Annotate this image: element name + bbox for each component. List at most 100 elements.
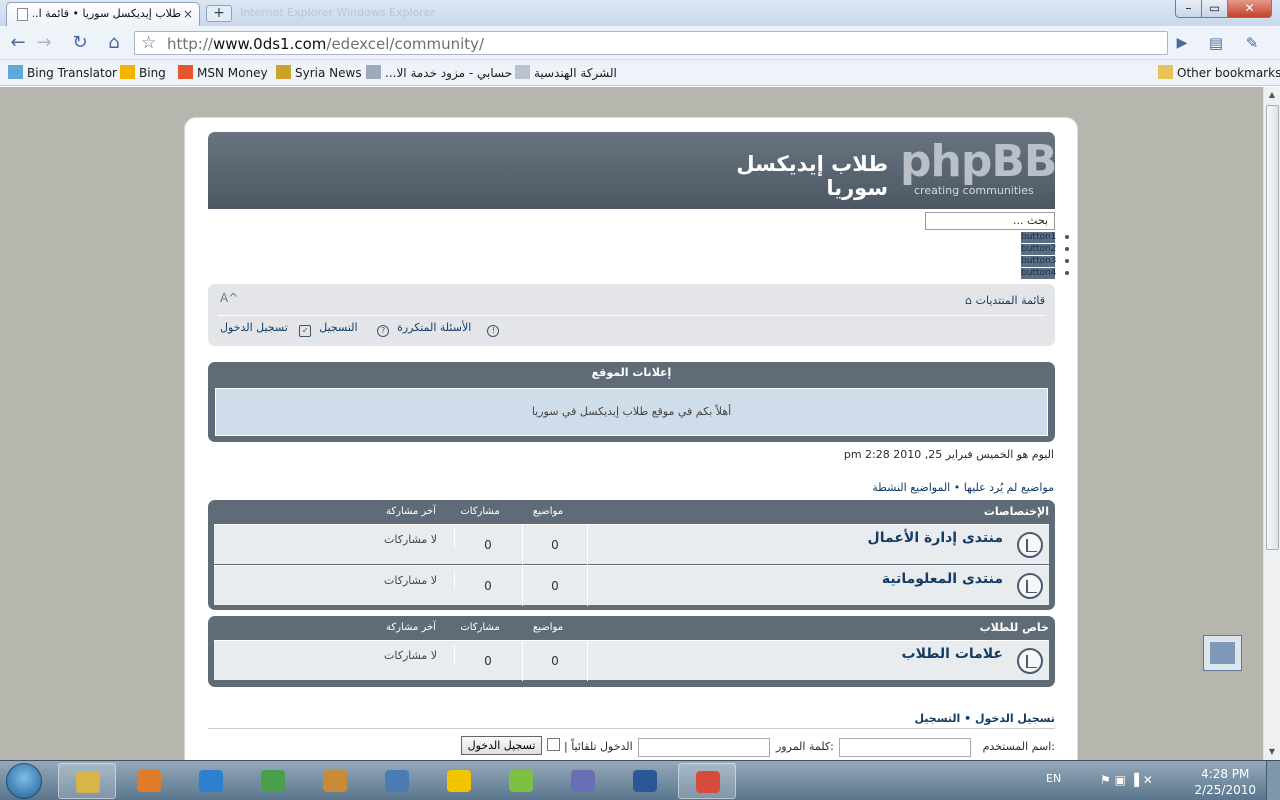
clock-time: 4:28 PM [1201, 767, 1250, 781]
forum-last-post: لا مشاركات [384, 533, 438, 546]
scroll-to-top-button[interactable] [1203, 635, 1242, 671]
forum-posts-count: 0 [484, 654, 492, 668]
username-input[interactable] [839, 738, 971, 757]
bookmark-isp-account[interactable]: ...حسابي - مزود خدمة الا [366, 65, 512, 80]
back-arrow-icon[interactable]: ← [6, 32, 30, 54]
tray-icons[interactable]: ⚑ ▣ ▐ ✕ [1100, 773, 1153, 787]
site-header: phpBB creating communities طلاب إيديكسل … [208, 132, 1057, 209]
scroll-thumb[interactable] [1266, 105, 1279, 550]
category-header: الإختصاصات مواضيع مشاركات آخر مشاركة [208, 500, 1055, 524]
url-path: /edexcel/community/ [326, 35, 485, 53]
forum-title-link[interactable]: منتدى المعلوماتية [882, 571, 1003, 587]
forum-row: علامات الطلاب 0 0 لا مشاركات [214, 640, 1049, 681]
browser-tab[interactable]: طلاب إيديكسل سوريا • قائمة ا... × [6, 2, 200, 26]
forum-index-link[interactable]: قائمة المنتديات ⌂ [965, 294, 1045, 307]
scroll-down-icon[interactable]: ▼ [1264, 744, 1280, 760]
taskbar-button[interactable] [182, 763, 240, 799]
taskbar-button[interactable] [430, 763, 488, 799]
title-bar: طلاب إيديكسل سوريا • قائمة ا... × + Inte… [0, 0, 1280, 26]
forum-title-link[interactable]: منتدى إدارة الأعمال [868, 530, 1003, 546]
taskbar-button[interactable] [306, 763, 364, 799]
taskbar-button[interactable] [244, 763, 302, 799]
mini-button[interactable]: button3 [1021, 255, 1071, 267]
url-text: http://www.0ds1.com/edexcel/community/ [167, 35, 484, 53]
announcement-box: إعلانات الموقع أهلاً بكم في موقع طلاب إي… [208, 362, 1055, 442]
home-icon[interactable]: ⌂ [102, 32, 126, 54]
forum-last-post: لا مشاركات [384, 574, 438, 587]
forum-topics-count: 0 [522, 525, 588, 565]
play-icon[interactable]: ▶ [1170, 32, 1194, 54]
phpbb-logo[interactable]: phpBB creating communities [900, 136, 1057, 200]
page-icon[interactable]: ▤ [1204, 32, 1228, 54]
bookmark-bing[interactable]: Bing [120, 65, 166, 80]
isp-icon [366, 65, 381, 79]
forum-icon [1017, 532, 1043, 558]
bing-icon [120, 65, 135, 79]
reload-icon[interactable]: ↻ [68, 32, 92, 54]
minimize-button[interactable]: – [1175, 0, 1202, 18]
scroll-up-icon[interactable]: ▲ [1264, 87, 1280, 103]
forum-category: الإختصاصات مواضيع مشاركات آخر مشاركة منت… [208, 500, 1055, 610]
address-bar[interactable]: ☆ http://www.0ds1.com/edexcel/community/ [134, 31, 1168, 55]
mini-button-list: button1 button2 button3 button4 [1021, 231, 1071, 279]
background-window-titles: Internet Explorer Windows Explorer [240, 6, 435, 19]
windows-taskbar: EN ⚑ ▣ ▐ ✕ 4:28 PM 2/25/2010 [0, 760, 1280, 800]
taskbar-button[interactable] [678, 763, 736, 799]
forum-topics-count: 0 [522, 566, 588, 606]
tab-close-icon[interactable]: × [183, 7, 193, 21]
bookmarks-bar: Bing Translator Bing MSN Money Syria New… [0, 60, 1280, 86]
vertical-scrollbar[interactable]: ▲ ▼ [1263, 87, 1280, 760]
mini-button[interactable]: button2 [1021, 243, 1071, 255]
quick-links[interactable]: مواضيع لم يُرد عليها • المواضيع النشطة [872, 481, 1054, 494]
password-input[interactable] [638, 738, 770, 757]
show-desktop-button[interactable] [1266, 761, 1280, 800]
syria-news-icon [276, 65, 291, 79]
register-link[interactable]: التسجيل✓ [299, 321, 365, 337]
taskbar-button[interactable] [492, 763, 550, 799]
star-icon[interactable]: ☆ [141, 33, 156, 53]
bookmark-msn-money[interactable]: MSN Money [178, 65, 268, 80]
maximize-button[interactable]: ▭ [1201, 0, 1228, 18]
remote-icon [571, 770, 595, 792]
forward-arrow-icon[interactable]: → [32, 32, 56, 54]
category-title[interactable]: الإختصاصات [984, 505, 1049, 518]
forum-topics-count: 0 [522, 641, 588, 681]
tab-title: طلاب إيديكسل سوريا • قائمة ا... [33, 7, 181, 20]
taskbar-button[interactable] [368, 763, 426, 799]
internet-explorer-icon [199, 770, 223, 792]
login-header-links[interactable]: تسجيل الدخول • التسجيل [914, 712, 1055, 725]
search-input[interactable]: بحث ... [925, 212, 1055, 230]
messenger-icon [261, 770, 285, 792]
forum-title-link[interactable]: علامات الطلاب [902, 646, 1003, 662]
start-button[interactable] [6, 763, 42, 799]
new-tab-button[interactable]: + [206, 5, 232, 22]
system-tray: EN ⚑ ▣ ▐ ✕ 4:28 PM 2/25/2010 [1040, 761, 1280, 800]
bookmark-bing-translator[interactable]: Bing Translator [8, 65, 117, 80]
font-size-control[interactable]: A^ [220, 291, 238, 305]
bookmark-syria-news[interactable]: Syria News [276, 65, 362, 80]
taskbar-button[interactable] [120, 763, 178, 799]
bookmark-engineering-company[interactable]: الشركة الهندسية [515, 65, 617, 80]
forum-category: خاص للطلاب مواضيع مشاركات آخر مشاركة علا… [208, 616, 1055, 687]
page-viewport: phpBB creating communities طلاب إيديكسل … [0, 87, 1263, 760]
faq-link[interactable]: الأسئلة المتكررة? [377, 321, 479, 337]
url-prefix: http:// [167, 35, 213, 53]
window-close-button[interactable]: ✕ [1227, 0, 1272, 18]
mini-button[interactable]: button1 [1021, 231, 1071, 243]
announcement-body: أهلاً بكم في موقع طلاب إيديكسل في سوريا [215, 388, 1048, 436]
power-icon: ! [487, 325, 500, 337]
other-bookmarks[interactable]: Other bookmarks [1158, 65, 1280, 80]
language-indicator[interactable]: EN [1046, 772, 1061, 785]
clock[interactable]: 4:28 PM 2/25/2010 [1194, 766, 1256, 798]
col-last-post: آخر مشاركة [386, 506, 436, 517]
autologin-checkbox[interactable] [547, 738, 560, 751]
taskbar-button[interactable] [616, 763, 674, 799]
wrench-icon[interactable]: ✎ [1240, 32, 1264, 54]
login-submit-button[interactable]: تسجيل الدخول [461, 736, 542, 755]
taskbar-button[interactable] [58, 763, 116, 799]
taskbar-button[interactable] [554, 763, 612, 799]
mini-button[interactable]: button4 [1021, 267, 1071, 279]
mtn-icon [447, 770, 471, 792]
forum-wrapper: phpBB creating communities طلاب إيديكسل … [184, 117, 1078, 760]
category-title[interactable]: خاص للطلاب [980, 621, 1049, 634]
